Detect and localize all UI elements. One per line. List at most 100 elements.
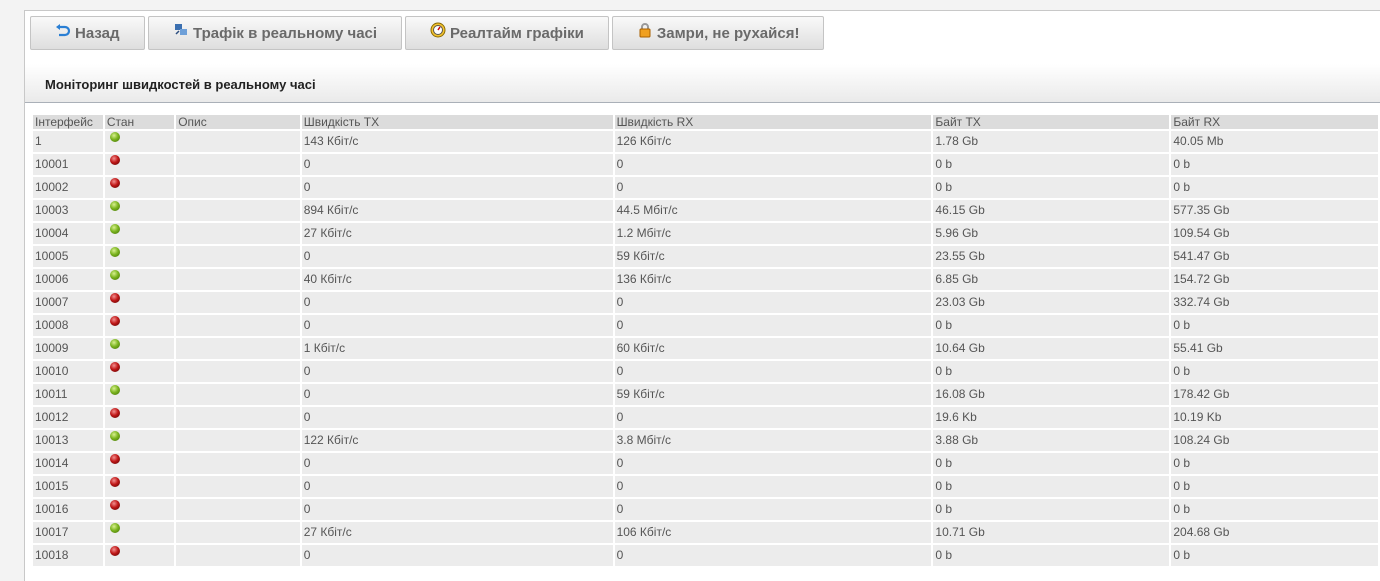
description-cell — [176, 522, 300, 543]
bytes-tx-cell: 0 b — [933, 177, 1170, 198]
bytes-rx-cell: 178.42 Gb — [1171, 384, 1378, 405]
interface-cell: 10007 — [33, 292, 103, 313]
status-down-icon — [109, 293, 120, 303]
interface-cell: 10011 — [33, 384, 103, 405]
rx-speed-cell: 0 — [614, 154, 932, 175]
column-header-description: Опис — [176, 115, 300, 129]
description-cell — [176, 453, 300, 474]
tx-speed-cell: 0 — [301, 476, 613, 497]
rx-speed-cell: 59 Кбіт/с — [614, 246, 932, 267]
freeze-label: Замри, не рухайся! — [656, 24, 800, 42]
tx-speed-cell: 0 — [301, 315, 613, 336]
description-cell — [176, 315, 300, 336]
tx-speed-cell: 27 Кбіт/с — [301, 522, 613, 543]
rx-speed-cell: 106 Кбіт/с — [614, 522, 932, 543]
table-row: 10009 1 Кбіт/с 60 Кбіт/с 10.64 Gb 55.41 Gb — [33, 338, 1378, 359]
realtime-charts-label: Реалтайм графіки — [450, 24, 584, 42]
table-row: 10008 0 0 0 b0 b — [33, 315, 1378, 336]
freeze-button[interactable]: Замри, не рухайся! — [611, 16, 825, 50]
table-row: 10007 0 0 23.03 Gb 332.74 Gb — [33, 292, 1378, 313]
tx-speed-cell: 0 — [301, 246, 613, 267]
interface-cell: 1 — [33, 131, 103, 152]
bytes-rx-cell: 0 b — [1171, 315, 1378, 336]
section-header: Моніторинг швидкостей в реальному часі — [25, 64, 1380, 103]
state-cell — [104, 499, 175, 520]
rx-speed-cell: 3.8 Мбіт/с — [614, 430, 932, 451]
status-down-icon — [109, 408, 120, 418]
tx-speed-cell: 0 — [301, 545, 613, 566]
lock-icon — [637, 22, 653, 38]
status-down-icon — [109, 500, 120, 510]
description-cell — [176, 177, 300, 198]
interface-cell: 10014 — [33, 453, 103, 474]
tx-speed-cell: 122 Кбіт/с — [301, 430, 613, 451]
bytes-rx-cell: 0 b — [1171, 476, 1378, 497]
description-cell — [176, 292, 300, 313]
state-cell — [104, 453, 175, 474]
rx-speed-cell: 59 Кбіт/с — [614, 384, 932, 405]
realtime-traffic-button[interactable]: Трафік в реальному часі — [148, 16, 403, 50]
status-up-icon — [109, 523, 120, 533]
interface-cell: 10003 — [33, 200, 103, 221]
rx-speed-cell: 0 — [614, 361, 932, 382]
bytes-rx-cell: 204.68 Gb — [1171, 522, 1378, 543]
state-cell — [104, 223, 175, 244]
interface-cell: 10002 — [33, 177, 103, 198]
tx-speed-cell: 0 — [301, 292, 613, 313]
table-row: 10013 122 Кбіт/с 3.8 Мбіт/с 3.88 Gb 108.24 G… — [33, 430, 1378, 451]
interface-cell: 10012 — [33, 407, 103, 428]
bytes-tx-cell: 16.08 Gb — [933, 384, 1170, 405]
status-up-icon — [109, 270, 120, 280]
realtime-charts-button[interactable]: Реалтайм графіки — [405, 16, 609, 50]
bytes-tx-cell: 0 b — [933, 499, 1170, 520]
bytes-tx-cell: 5.96 Gb — [933, 223, 1170, 244]
bytes-rx-cell: 541.47 Gb — [1171, 246, 1378, 267]
tx-speed-cell: 894 Кбіт/с — [301, 200, 613, 221]
description-cell — [176, 338, 300, 359]
state-cell — [104, 154, 175, 175]
column-header-bytes-tx: Байт TX — [933, 115, 1170, 129]
rx-speed-cell: 44.5 Мбіт/с — [614, 200, 932, 221]
interface-cell: 10010 — [33, 361, 103, 382]
table-row: 10017 27 Кбіт/с 106 Кбіт/с 10.71 Gb 204.68 G… — [33, 522, 1378, 543]
status-up-icon — [109, 431, 120, 441]
column-header-rx-speed: Швидкість RX — [614, 115, 932, 129]
column-header-state: Стан — [104, 115, 175, 129]
tx-speed-cell: 40 Кбіт/с — [301, 269, 613, 290]
status-down-icon — [109, 155, 120, 165]
back-button[interactable]: Назад — [30, 16, 145, 50]
interfaces-table: Інтерфейс Стан Опис Швидкість TX Швидкіс… — [31, 113, 1380, 568]
tx-speed-cell: 0 — [301, 407, 613, 428]
table-row: 10004 27 Кбіт/с 1.2 Мбіт/с 5.96 Gb 109.54 Gb — [33, 223, 1378, 244]
status-up-icon — [109, 132, 120, 142]
column-header-bytes-rx: Байт RX — [1171, 115, 1378, 129]
state-cell — [104, 131, 175, 152]
state-cell — [104, 177, 175, 198]
realtime-traffic-label: Трафік в реальному часі — [193, 24, 378, 42]
table-row: 10010 0 0 0 b0 b — [33, 361, 1378, 382]
rx-speed-cell: 0 — [614, 545, 932, 566]
bytes-tx-cell: 23.03 Gb — [933, 292, 1170, 313]
description-cell — [176, 154, 300, 175]
table-row: 10016 0 0 0 b0 b — [33, 499, 1378, 520]
column-header-tx-speed: Швидкість TX — [301, 115, 613, 129]
interface-cell: 10009 — [33, 338, 103, 359]
table-row: 10018 0 0 0 b0 b — [33, 545, 1378, 566]
description-cell — [176, 269, 300, 290]
bytes-tx-cell: 10.71 Gb — [933, 522, 1170, 543]
bytes-tx-cell: 0 b — [933, 315, 1170, 336]
description-cell — [176, 131, 300, 152]
description-cell — [176, 476, 300, 497]
status-down-icon — [109, 316, 120, 326]
status-down-icon — [109, 362, 120, 372]
status-down-icon — [109, 178, 120, 188]
rx-speed-cell: 60 Кбіт/с — [614, 338, 932, 359]
rx-speed-cell: 0 — [614, 315, 932, 336]
table-header-row: Інтерфейс Стан Опис Швидкість TX Швидкіс… — [33, 115, 1378, 129]
status-up-icon — [109, 201, 120, 211]
interface-cell: 10017 — [33, 522, 103, 543]
table-row: 10012 0 0 19.6 Kb 10.19 Kb — [33, 407, 1378, 428]
status-down-icon — [109, 546, 120, 556]
page-title: Моніторинг швидкостей в реальному часі — [45, 77, 316, 92]
state-cell — [104, 384, 175, 405]
